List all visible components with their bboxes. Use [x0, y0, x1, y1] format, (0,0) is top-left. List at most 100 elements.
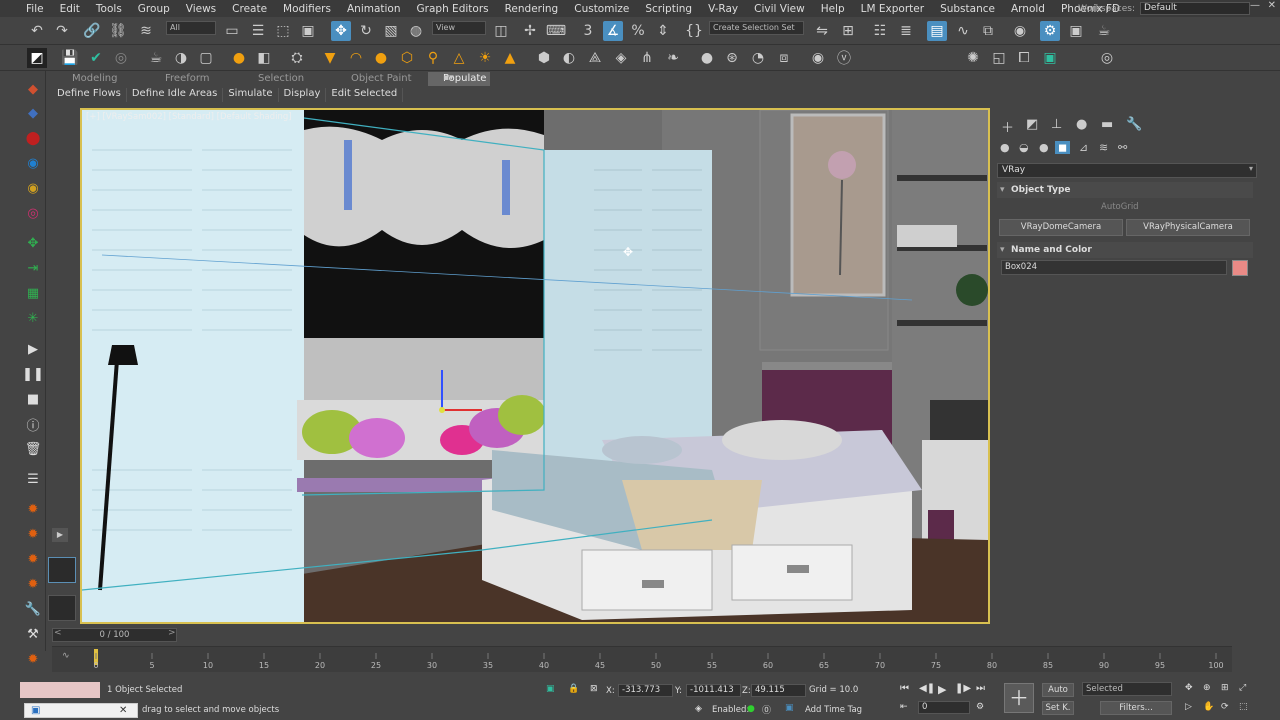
ribbon-options-icon[interactable]: ▪▾ — [443, 73, 454, 83]
bind-space-warp-icon[interactable]: ≋ — [136, 21, 156, 41]
select-object-icon[interactable]: ▭ — [222, 21, 242, 41]
vray-settings-icon[interactable]: ◉ — [808, 48, 828, 68]
sync-icon[interactable]: ◎ — [111, 48, 131, 68]
spacewarp-icon[interactable]: ◎ — [22, 203, 44, 223]
select-scale-icon[interactable]: ▧ — [381, 21, 401, 41]
lock-icon[interactable]: 🔒 — [568, 684, 579, 694]
vray-light-icon[interactable]: ● — [229, 48, 249, 68]
next-frame-icon[interactable]: ❚▶ — [955, 683, 971, 694]
zoom-all-icon[interactable]: ⊞ — [1221, 683, 1229, 693]
isolate-icon[interactable]: ▣ — [546, 684, 555, 694]
vray-sphere-icon[interactable]: ● — [697, 48, 717, 68]
pause-icon[interactable]: ❚❚ — [22, 364, 44, 384]
enabled-indicator-icon[interactable]: ● — [747, 704, 755, 714]
menu-edit[interactable]: Edit — [52, 3, 88, 15]
rendered-frame-icon[interactable]: ▣ — [1066, 21, 1086, 41]
angle-snap-icon[interactable]: ∡ — [603, 21, 623, 41]
go-start-icon[interactable]: ⏮ — [900, 683, 909, 694]
reference-coordinate-select[interactable]: View — [432, 21, 486, 35]
phoenix-icon[interactable]: ⧠ — [1014, 48, 1034, 68]
viewport-label[interactable]: [+] [VRaySam002] [Standard] [Default Sha… — [86, 112, 292, 122]
tab-freeform[interactable]: Freeform — [149, 72, 242, 86]
time-next-icon[interactable]: > — [168, 628, 176, 638]
absolute-mode-icon[interactable]: ⊠ — [590, 684, 598, 694]
subtab-edit-selected[interactable]: Edit Selected — [326, 88, 404, 102]
time-prev-icon[interactable]: < — [54, 628, 62, 638]
select-move-icon[interactable]: ✥ — [331, 21, 351, 41]
camera-icon[interactable]: ◉ — [22, 178, 44, 198]
vray-clipper-icon[interactable]: ◈ — [611, 48, 631, 68]
play-animation-icon[interactable]: ▶ — [938, 683, 946, 696]
smoke-icon[interactable]: ✹ — [22, 549, 44, 569]
select-rotate-icon[interactable]: ↻ — [356, 21, 376, 41]
menu-lm-exporter[interactable]: LM Exporter — [853, 3, 932, 15]
render-setup-icon[interactable]: ⚙ — [1040, 21, 1060, 41]
pan-icon[interactable]: ✥ — [1185, 683, 1193, 693]
dropdown-arrow-icon[interactable]: ▾ — [1249, 164, 1253, 173]
geometry-icon[interactable]: ● — [1000, 141, 1010, 154]
scene-explorer-icon[interactable]: ☷ — [870, 21, 890, 41]
light-icon[interactable]: ◉ — [22, 153, 44, 173]
edit-named-selection-icon[interactable]: {} — [684, 21, 704, 41]
subtab-define-idle-areas[interactable]: Define Idle Areas — [127, 88, 224, 102]
set-key-button[interactable]: Set K. — [1042, 701, 1074, 715]
viewport-layout-1[interactable] — [48, 557, 76, 583]
frame-buffer-icon[interactable]: ▢ — [196, 48, 216, 68]
select-by-name-icon[interactable]: ☰ — [248, 21, 268, 41]
move-icon[interactable]: ✥ — [22, 233, 44, 253]
subtab-define-flows[interactable]: Define Flows — [52, 88, 127, 102]
vray-light-plane-icon[interactable]: ▼ — [320, 48, 340, 68]
subtab-display[interactable]: Display — [279, 88, 327, 102]
pivot-center-icon[interactable]: ◫ — [491, 21, 511, 41]
unlink-icon[interactable]: ⛓ — [108, 21, 128, 41]
script-icon[interactable]: ◎ — [1097, 48, 1117, 68]
vray-physical-camera-button[interactable]: VRayPhysicalCamera — [1126, 219, 1250, 236]
keyboard-shortcut-icon[interactable]: ⌨ — [546, 21, 566, 41]
helper-icon[interactable]: ⬤ — [22, 128, 44, 148]
vray-dome-light-icon[interactable]: ◠ — [346, 48, 366, 68]
menu-animation[interactable]: Animation — [339, 3, 409, 15]
set-key-big-icon[interactable]: ＋ — [1004, 683, 1034, 713]
z-coordinate[interactable]: 49.115 — [751, 684, 806, 697]
menu-group[interactable]: Group — [130, 3, 178, 15]
mirror-icon[interactable]: ⇋ — [812, 21, 832, 41]
orbit-icon[interactable]: ✋ — [1203, 702, 1214, 712]
shapes-icon[interactable]: ◒ — [1019, 141, 1029, 154]
menu-rendering[interactable]: Rendering — [497, 3, 567, 15]
teapot-icon[interactable]: ☕ — [146, 48, 166, 68]
vray-sphere-light-icon[interactable]: ● — [371, 48, 391, 68]
play-icon[interactable]: ▶ — [22, 339, 44, 359]
time-config-icon[interactable]: ⚙ — [976, 702, 984, 712]
category-dropdown[interactable]: VRay — [997, 163, 1257, 178]
rect-selection-icon[interactable]: ⬚ — [273, 21, 293, 41]
menu-customize[interactable]: Customize — [566, 3, 637, 15]
check-icon[interactable]: ✔ — [86, 48, 106, 68]
y-coordinate[interactable]: -1011.413 — [686, 684, 741, 697]
key-filter-select[interactable]: Selected — [1082, 682, 1172, 696]
redo-icon[interactable]: ↷ — [52, 21, 72, 41]
save-icon[interactable]: 💾 — [60, 48, 80, 68]
key-filters-button[interactable]: Filters... — [1100, 701, 1172, 715]
trash-icon[interactable]: 🗑 — [22, 439, 44, 459]
vray-camera-icon[interactable]: ◧ — [254, 48, 274, 68]
vray-sun-icon[interactable]: ☀ — [475, 48, 495, 68]
cameras-icon[interactable]: ◼ — [1055, 141, 1071, 154]
vray-proxy-icon[interactable]: ⬢ — [534, 48, 554, 68]
close-icon[interactable]: ✕ — [1268, 0, 1276, 11]
spinner-snap-icon[interactable]: ⇕ — [653, 21, 673, 41]
time-tag-icon[interactable]: ▣ — [785, 703, 794, 713]
utilities-tab-icon[interactable]: 🔧 — [1126, 117, 1142, 132]
menu-help[interactable]: Help — [813, 3, 853, 15]
snap-toggle-icon[interactable]: 3 — [578, 21, 598, 41]
prev-frame-icon[interactable]: ◀❚ — [919, 683, 935, 694]
flame-icon[interactable]: ✹ — [22, 524, 44, 544]
spacewarps-icon[interactable]: ≋ — [1099, 141, 1108, 154]
helpers-icon[interactable]: ⊿ — [1079, 141, 1088, 154]
grid-icon[interactable]: ▦ — [22, 283, 44, 303]
walk-icon[interactable]: ⟳ — [1221, 702, 1229, 712]
vray-mtl-icon[interactable]: ◔ — [748, 48, 768, 68]
workspaces-select[interactable]: Default — [1140, 2, 1250, 15]
place-icon[interactable]: ◍ — [406, 21, 426, 41]
burst-icon[interactable]: ✳ — [22, 308, 44, 328]
vray-pattern-icon[interactable]: ⊛ — [722, 48, 742, 68]
